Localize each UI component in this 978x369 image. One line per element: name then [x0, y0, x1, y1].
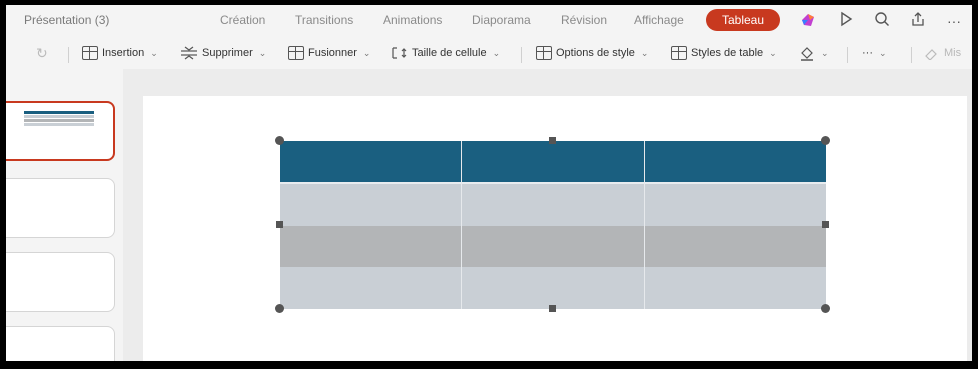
insertion-button[interactable]: Insertion ⌄ [82, 43, 158, 63]
title-bar: Présentation (3) Création Transitions An… [6, 5, 972, 37]
row-divider [280, 182, 826, 184]
tab-diaporama[interactable]: Diaporama [472, 13, 531, 27]
chevron-down-icon: ⌄ [879, 47, 887, 58]
slide-thumbnail-3[interactable] [6, 252, 115, 312]
resize-handle-bottom[interactable] [549, 305, 556, 312]
resize-handle-left[interactable] [276, 221, 283, 228]
fill-color-button[interactable]: ⌄ [799, 43, 829, 63]
table-header-row[interactable] [280, 141, 826, 183]
chevron-down-icon: ⌄ [492, 47, 501, 58]
resize-handle-right[interactable] [822, 221, 829, 228]
merge-cells-icon [288, 46, 304, 60]
styles-table-button[interactable]: Styles de table ⌄ [671, 43, 777, 63]
search-icon[interactable] [872, 11, 892, 31]
table[interactable] [275, 136, 830, 313]
table-insert-icon [82, 46, 98, 60]
options-style-button[interactable]: Options de style ⌄ [536, 43, 648, 63]
table-row[interactable] [280, 183, 826, 226]
chevron-down-icon: ⌄ [769, 47, 777, 58]
document-title: Présentation (3) [24, 13, 110, 27]
slide[interactable] [143, 96, 967, 361]
table-options-icon [536, 46, 552, 60]
tab-revision[interactable]: Révision [561, 13, 607, 27]
format-painter-icon [925, 49, 937, 60]
chevron-down-icon: ⌄ [150, 47, 158, 58]
taille-cellule-button[interactable]: Taille de cellule ⌄ [392, 43, 500, 63]
paint-bucket-icon [801, 47, 813, 61]
slide-thumbnail-1[interactable] [6, 101, 115, 161]
mise-en-forme-button[interactable]: Mis [924, 43, 961, 63]
ribbon-divider [911, 47, 912, 63]
table-row[interactable] [280, 226, 826, 267]
app-window: Présentation (3) Création Transitions An… [6, 5, 972, 361]
more-icon[interactable]: ··· [944, 11, 964, 31]
supprimer-button[interactable]: Supprimer ⌄ [180, 43, 266, 63]
chevron-down-icon: ⌄ [821, 47, 829, 58]
chevron-down-icon: ⌄ [362, 47, 371, 58]
slide-canvas [123, 69, 972, 361]
column-divider [461, 141, 462, 309]
chevron-down-icon: ⌄ [640, 47, 649, 58]
resize-handle-top-left[interactable] [275, 136, 284, 145]
delete-rows-icon [181, 46, 197, 60]
table-row[interactable] [280, 267, 826, 309]
cell-size-icon [392, 47, 407, 59]
ribbon-toolbar: ↻ Insertion ⌄ Supprimer ⌄ Fusionner ⌄ Ta… [6, 37, 972, 69]
more-options-button[interactable]: ··· ⌄ [862, 43, 887, 63]
redo-icon[interactable]: ↻ [36, 45, 48, 62]
table-styles-icon [671, 46, 687, 60]
slide-thumbnail-table [24, 111, 94, 127]
slide-thumbnail-4[interactable] [6, 326, 115, 361]
ribbon-divider [68, 47, 69, 63]
fusionner-button[interactable]: Fusionner ⌄ [288, 43, 370, 63]
resize-handle-bottom-left[interactable] [275, 304, 284, 313]
share-icon[interactable] [908, 11, 928, 31]
tab-transitions[interactable]: Transitions [295, 13, 353, 27]
tab-creation[interactable]: Création [220, 13, 265, 27]
play-icon[interactable] [836, 11, 856, 31]
copilot-icon[interactable] [798, 11, 818, 31]
ribbon-divider [521, 47, 522, 63]
tab-affichage[interactable]: Affichage [634, 13, 684, 27]
slide-thumbnail-2[interactable] [6, 178, 115, 238]
resize-handle-top-right[interactable] [821, 136, 830, 145]
resize-handle-bottom-right[interactable] [821, 304, 830, 313]
column-divider [644, 141, 645, 309]
resize-handle-top[interactable] [549, 137, 556, 144]
tab-tableau[interactable]: Tableau [706, 9, 780, 31]
tab-animations[interactable]: Animations [383, 13, 442, 27]
chevron-down-icon: ⌄ [258, 47, 267, 58]
ribbon-divider [847, 47, 848, 63]
